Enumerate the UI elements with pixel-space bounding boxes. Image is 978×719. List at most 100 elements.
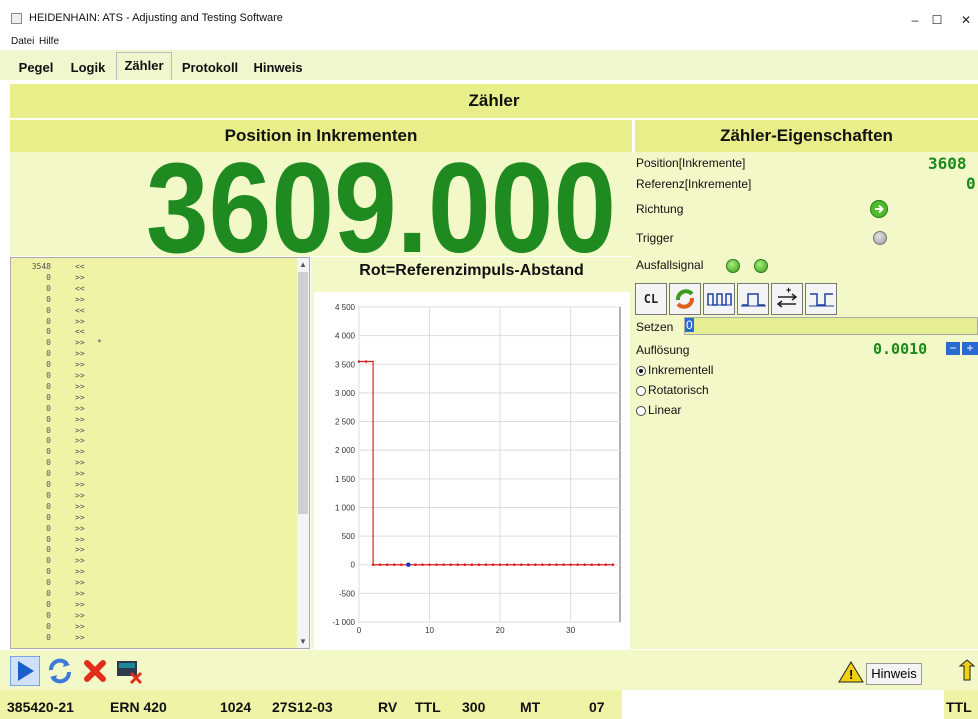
list-item-count: 0 (46, 490, 51, 500)
refresh-icon[interactable] (45, 656, 75, 686)
list-item[interactable]: 0 >> (11, 621, 296, 632)
list-item[interactable]: 0 >> (11, 544, 296, 555)
list-item[interactable]: 0 >> (11, 534, 296, 545)
status-mtnum: 07 (589, 699, 605, 715)
delete-icon[interactable] (80, 656, 110, 686)
list-item[interactable]: 0 >> (11, 392, 296, 403)
close-device-icon[interactable] (114, 656, 144, 686)
list-item[interactable]: 0 >> (11, 479, 296, 490)
list-item-count: 0 (46, 403, 51, 413)
status-code: 27S12-03 (272, 699, 333, 715)
list-item[interactable]: 0 >> (11, 294, 296, 305)
menu-hilfe[interactable]: Hilfe (39, 36, 59, 47)
list-item[interactable]: 3548 << (11, 261, 296, 272)
maximize-button[interactable]: ☐ (927, 13, 947, 27)
tab-pegel[interactable]: Pegel (10, 55, 62, 79)
list-item[interactable]: 0 << (11, 326, 296, 337)
status-gap (622, 690, 944, 719)
list-item[interactable]: 0 >> (11, 359, 296, 370)
series-point (597, 563, 601, 567)
list-item[interactable]: 0 >> (11, 632, 296, 643)
play-icon[interactable] (9, 655, 41, 687)
list-item-count: 0 (46, 327, 51, 337)
x-tick-label: 10 (425, 626, 434, 635)
exit-icon[interactable] (956, 658, 978, 686)
radio-rotatorisch[interactable] (636, 386, 646, 396)
list-item[interactable]: 0 << (11, 305, 296, 316)
single-pulse-icon[interactable] (737, 283, 769, 315)
list-item[interactable]: 0 >> (11, 468, 296, 479)
list-item[interactable]: 0 >> (11, 490, 296, 501)
setzen-input[interactable]: 0 (684, 317, 978, 335)
event-list[interactable]: 3548 << 0 >> 0 << 0 >> 0 << 0 >> 0 << 0 >> * 0 >> 0 >> 0 >> 0 >>… (10, 257, 310, 649)
series-point (512, 563, 516, 567)
list-item[interactable]: 0 >> (11, 348, 296, 359)
list-item-count: 0 (46, 392, 51, 402)
list-item[interactable]: 0 >> (11, 435, 296, 446)
resolution-value: 0.0010 (873, 340, 928, 358)
series-point (541, 563, 544, 567)
pulse-train-icon[interactable] (703, 283, 735, 315)
app-icon (11, 13, 22, 24)
list-item-count: 0 (46, 425, 51, 435)
list-item[interactable]: 0 >> * (11, 337, 296, 348)
close-button[interactable]: ✕ (956, 13, 976, 27)
list-item[interactable]: 0 >> (11, 414, 296, 425)
list-item[interactable]: 0 >> (11, 272, 296, 283)
list-item[interactable]: 0 >> (11, 599, 296, 610)
list-item-count: 0 (46, 458, 51, 468)
scrollbar-thumb[interactable] (298, 272, 308, 514)
scroll-down-icon[interactable]: ▼ (299, 637, 307, 646)
y-tick-label: -500 (339, 589, 356, 598)
failure-led-1-icon (726, 259, 740, 273)
list-item[interactable]: 0 >> (11, 588, 296, 599)
list-item[interactable]: 0 << (11, 283, 296, 294)
series-point (519, 563, 523, 567)
tab-hinweis[interactable]: Hinweis (247, 55, 309, 79)
direction-toggle-icon[interactable]: + (771, 283, 803, 315)
list-item[interactable]: 0 >> (11, 446, 296, 457)
list-item[interactable]: 0 >> (11, 381, 296, 392)
status-id: 385420-21 (7, 699, 74, 715)
list-item[interactable]: 0 >> (11, 512, 296, 523)
tab-logik[interactable]: Logik (64, 55, 112, 79)
list-item-direction: >> (75, 458, 85, 468)
list-item-count: 0 (46, 589, 51, 598)
list-item-direction: >> (75, 316, 85, 326)
y-tick-label: 2 000 (335, 446, 356, 455)
decrease-resolution-button[interactable]: − (946, 342, 960, 355)
position-display: 3609.000 (10, 137, 632, 280)
list-item-count: 0 (46, 469, 51, 479)
clear-button[interactable]: CL (635, 283, 667, 315)
series-point (463, 563, 467, 567)
list-item[interactable]: 0 >> (11, 577, 296, 588)
list-item[interactable]: 0 >> (11, 403, 296, 414)
list-item-direction: >> (75, 599, 85, 609)
tab-protokoll[interactable]: Protokoll (174, 55, 246, 79)
trigger-led-icon (873, 231, 887, 245)
list-item[interactable]: 0 >> (11, 457, 296, 468)
list-item[interactable]: 0 >> (11, 425, 296, 436)
warning-icon: ! (838, 660, 864, 684)
resolution-label: Auflösung (636, 343, 690, 357)
list-item[interactable]: 0 >> (11, 316, 296, 327)
inverted-pulse-icon[interactable] (805, 283, 837, 315)
scroll-up-icon[interactable]: ▲ (299, 260, 307, 269)
increase-resolution-button[interactable]: + (962, 342, 978, 355)
list-item[interactable]: 0 >> (11, 610, 296, 621)
position-readout: 3608 (928, 154, 967, 173)
direction-arrow-icon (870, 200, 888, 218)
minimize-button[interactable]: – (905, 13, 925, 27)
hinweis-button[interactable]: Hinweis (866, 663, 922, 685)
list-item[interactable]: 0 >> (11, 501, 296, 512)
radio-inkrementell[interactable] (636, 366, 646, 376)
list-item[interactable]: 0 >> (11, 566, 296, 577)
tab-zaehler[interactable]: Zähler (116, 52, 172, 80)
position-value: 3609.000 (146, 152, 616, 256)
list-item[interactable]: 0 >> (11, 370, 296, 381)
list-item[interactable]: 0 >> (11, 555, 296, 566)
reload-icon[interactable] (669, 283, 701, 315)
menu-datei[interactable]: Datei (11, 36, 34, 47)
radio-linear[interactable] (636, 406, 646, 416)
list-item[interactable]: 0 >> (11, 523, 296, 534)
